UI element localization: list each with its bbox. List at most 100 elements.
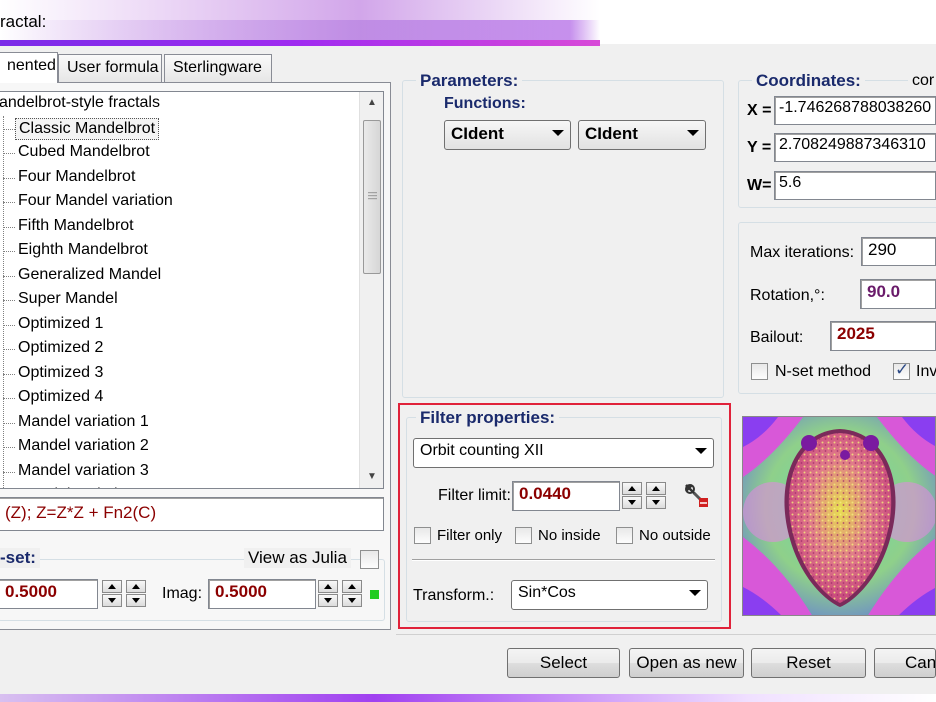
filter-limit-spinner[interactable] [622,482,642,509]
max-iterations-input[interactable]: 290 [861,237,936,266]
real-spinner[interactable] [102,580,122,607]
scroll-thumb[interactable]: — — — [363,120,381,274]
view-as-julia-checkbox[interactable] [360,550,379,569]
spin-up-icon[interactable] [646,482,666,495]
tab-implemented[interactable]: nented [0,52,58,83]
chevron-down-icon [687,130,699,136]
tree-connector [3,275,15,277]
spin-down-icon[interactable] [126,594,146,607]
title-accent-strip [0,40,600,46]
tree-item-label: Super Mandel [18,290,118,307]
filter-limit-label: Filter limit: [438,487,511,504]
view-as-julia-label: View as Julia [244,548,351,568]
tree-item-label: Four Mandelbrot [18,167,136,185]
spin-down-icon[interactable] [622,496,642,509]
button-bar-divider [396,634,936,635]
spin-up-icon[interactable] [622,482,642,495]
no-outside-checkbox[interactable] [616,527,633,544]
real-value-input[interactable]: 0.5000 [0,579,98,609]
tree-scrollbar[interactable]: ▲ — — — ▼ [359,92,383,488]
spin-up-icon[interactable] [318,580,338,593]
tree-connector [3,300,15,301]
y-label: Y = [747,139,772,156]
reset-button[interactable]: Reset [751,648,866,678]
tree-item-label: Cubed Mandelbrot [18,143,150,160]
imag-spinner[interactable] [318,580,338,607]
spin-up-icon[interactable] [342,580,362,593]
tab-sterlingware[interactable]: Sterlingware [164,54,272,82]
filter-type-dropdown[interactable]: Orbit counting XII [413,438,714,468]
fractal-preview-image [743,417,935,615]
spin-down-icon[interactable] [318,594,338,607]
spin-down-icon[interactable] [646,496,666,509]
imag-value-input[interactable]: 0.5000 [208,579,316,609]
fractal-tree[interactable]: andelbrot-style fractals Classic Mandelb… [0,91,384,489]
x-coordinate-input[interactable]: -1.746268788038260 [774,96,936,125]
tree-item-label: Mandel variation 3 [18,461,149,479]
parameters-legend: Parameters: [416,71,523,91]
open-as-new-button[interactable]: Open as new [629,648,744,678]
grip-icon: — — — [368,187,377,203]
tree-item-label: Optimized 2 [18,339,104,356]
chevron-down-icon [689,590,701,596]
status-indicator-icon [370,590,379,599]
nset-method-label: N-set method [775,363,872,380]
tree-connector [3,447,15,448]
filter-only-label: Filter only [437,527,503,544]
scroll-up-icon[interactable]: ▲ [361,92,383,114]
no-outside-label: No outside [639,527,711,544]
transform-dropdown[interactable]: Sin*Cos [511,580,708,610]
spin-up-icon[interactable] [126,580,146,593]
filter-legend: Filter properties: [416,408,560,428]
chevron-down-icon [695,448,707,454]
transform-label: Transform.: [413,587,495,604]
tree-connector [3,422,15,424]
spin-down-icon[interactable] [342,594,362,607]
tree-item-label: Optimized 1 [18,314,104,332]
tree-item-label: Four Mandel variation [18,192,173,209]
filter-only-checkbox[interactable] [414,527,431,544]
tree-connector [3,226,15,228]
tab-user-formula[interactable]: User formula [58,54,162,82]
function-2-dropdown[interactable]: CIdent [578,120,706,150]
spin-up-icon[interactable] [102,580,122,593]
functions-label: Functions: [444,95,526,112]
tree-item-label: Mandel variation 4 [15,485,152,488]
imag-spinner-fine[interactable] [342,580,362,607]
max-iterations-label: Max iterations: [750,244,855,261]
tree-item-label: Mandel variation 2 [18,437,149,454]
tree-item-label: Optimized 3 [18,363,104,381]
rotation-label: Rotation,°: [750,287,825,304]
cancel-button[interactable]: Can [874,648,936,678]
no-inside-label: No inside [538,527,601,544]
no-inside-checkbox[interactable] [515,527,532,544]
coordinates-legend-extra: cor [908,72,936,90]
tree-connector [3,128,15,130]
filter-limit-input[interactable]: 0.0440 [512,481,620,511]
tree-item-label: Fifth Mandelbrot [18,216,134,234]
nset-legend: -set: [0,548,40,568]
bailout-input[interactable]: 2025 [830,321,936,351]
formula-field: (Z); Z=Z*Z + Fn2(C) [0,497,384,531]
select-button[interactable]: Select [507,648,620,678]
tree-item-label: Eighth Mandelbrot [18,241,148,258]
function-1-dropdown[interactable]: CIdent [444,120,571,150]
y-coordinate-input[interactable]: 2.708249887346310 [774,133,936,162]
filter-tool-icon[interactable] [682,481,710,509]
filter-limit-spinner-fine[interactable] [646,482,666,509]
tree-connector [3,471,15,473]
invert-checkbox[interactable] [893,360,910,380]
coordinates-legend: Coordinates: [752,71,865,91]
w-width-input[interactable]: 5.6 [774,171,936,200]
rotation-input[interactable]: 90.0 [860,279,936,309]
imag-label: Imag: [162,585,203,602]
real-spinner-fine[interactable] [126,580,146,607]
spin-down-icon[interactable] [102,594,122,607]
window-title: ractal: [0,12,47,31]
fractal-preview[interactable] [742,416,936,616]
filter-divider [412,559,715,561]
tree-connector [3,251,15,252]
nset-method-checkbox[interactable] [751,363,768,380]
tree-connector [3,153,15,154]
scroll-down-icon[interactable]: ▼ [361,466,383,488]
